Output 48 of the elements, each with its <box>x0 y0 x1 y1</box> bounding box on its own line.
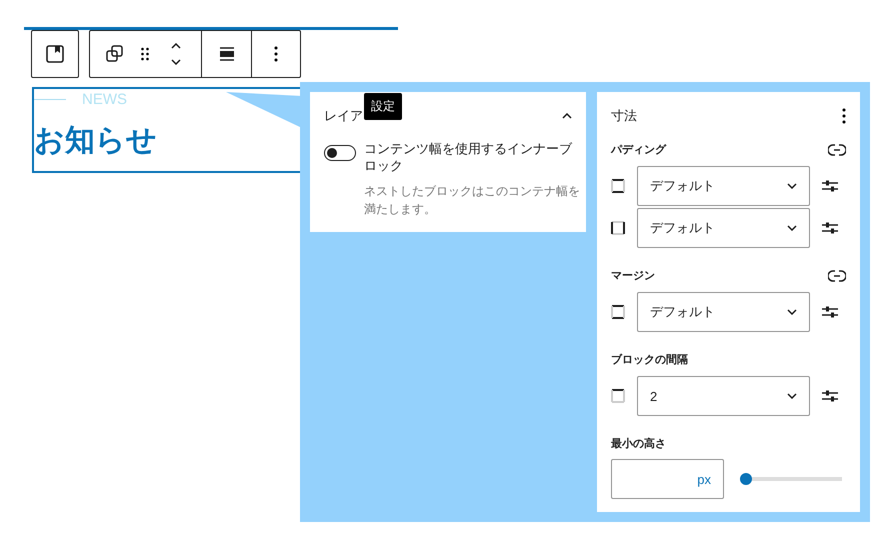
box-sides-icon <box>611 305 625 319</box>
size-select[interactable]: デフォルト <box>637 208 810 248</box>
link-button[interactable] <box>828 270 846 282</box>
chevron-up-icon <box>170 43 180 49</box>
toggle-label: コンテンツ幅を使用するインナーブロック <box>364 140 574 174</box>
chevron-down-icon <box>170 59 180 65</box>
height-input[interactable]: px <box>611 459 724 499</box>
link-icon <box>828 144 846 156</box>
chevron-down-icon <box>787 393 797 399</box>
panel-title: レイア <box>324 107 363 125</box>
custom-size-button[interactable] <box>822 221 838 235</box>
move-down-button[interactable] <box>170 59 180 65</box>
more-options-button[interactable] <box>842 108 846 124</box>
help-text: ネストしたブロックはこのコンテナ幅を満たします。 <box>364 183 580 218</box>
box-sides-icon <box>611 389 625 403</box>
chevron-up-icon <box>562 113 572 119</box>
box-sides-icon <box>611 179 625 193</box>
duplicate-icon <box>106 45 124 63</box>
custom-size-button[interactable] <box>822 305 838 319</box>
chevron-down-icon <box>787 183 797 189</box>
section-label: マージン <box>611 269 655 283</box>
move-up-button[interactable] <box>170 43 180 49</box>
align-icon <box>218 47 234 61</box>
link-icon <box>828 270 846 282</box>
chevron-down-icon <box>787 309 797 315</box>
section-label: パディング <box>611 143 666 157</box>
heading: お知らせ <box>34 123 158 159</box>
section-label: 最小の高さ <box>611 436 666 451</box>
box-sides-icon <box>611 221 625 235</box>
tooltip: 設定 <box>364 92 402 120</box>
size-select[interactable]: 2 <box>637 376 810 416</box>
drag-icon <box>141 47 149 61</box>
bookmark-icon <box>46 45 64 63</box>
more-icon <box>842 108 846 124</box>
section-label: ブロックの間隔 <box>611 352 688 367</box>
panel-title: 寸法 <box>611 107 637 125</box>
link-button[interactable] <box>828 144 846 156</box>
size-select[interactable]: デフォルト <box>637 166 810 206</box>
slider-thumb[interactable] <box>740 473 752 485</box>
custom-size-button[interactable] <box>822 179 838 193</box>
unit-label: px <box>697 472 711 486</box>
custom-size-button[interactable] <box>822 389 838 403</box>
collapse-button[interactable] <box>562 113 572 119</box>
eyebrow-text: NEWS <box>82 91 127 108</box>
more-icon <box>274 46 278 62</box>
size-select[interactable]: デフォルト <box>637 292 810 332</box>
toggle-switch[interactable] <box>324 145 356 161</box>
chevron-down-icon <box>787 225 797 231</box>
